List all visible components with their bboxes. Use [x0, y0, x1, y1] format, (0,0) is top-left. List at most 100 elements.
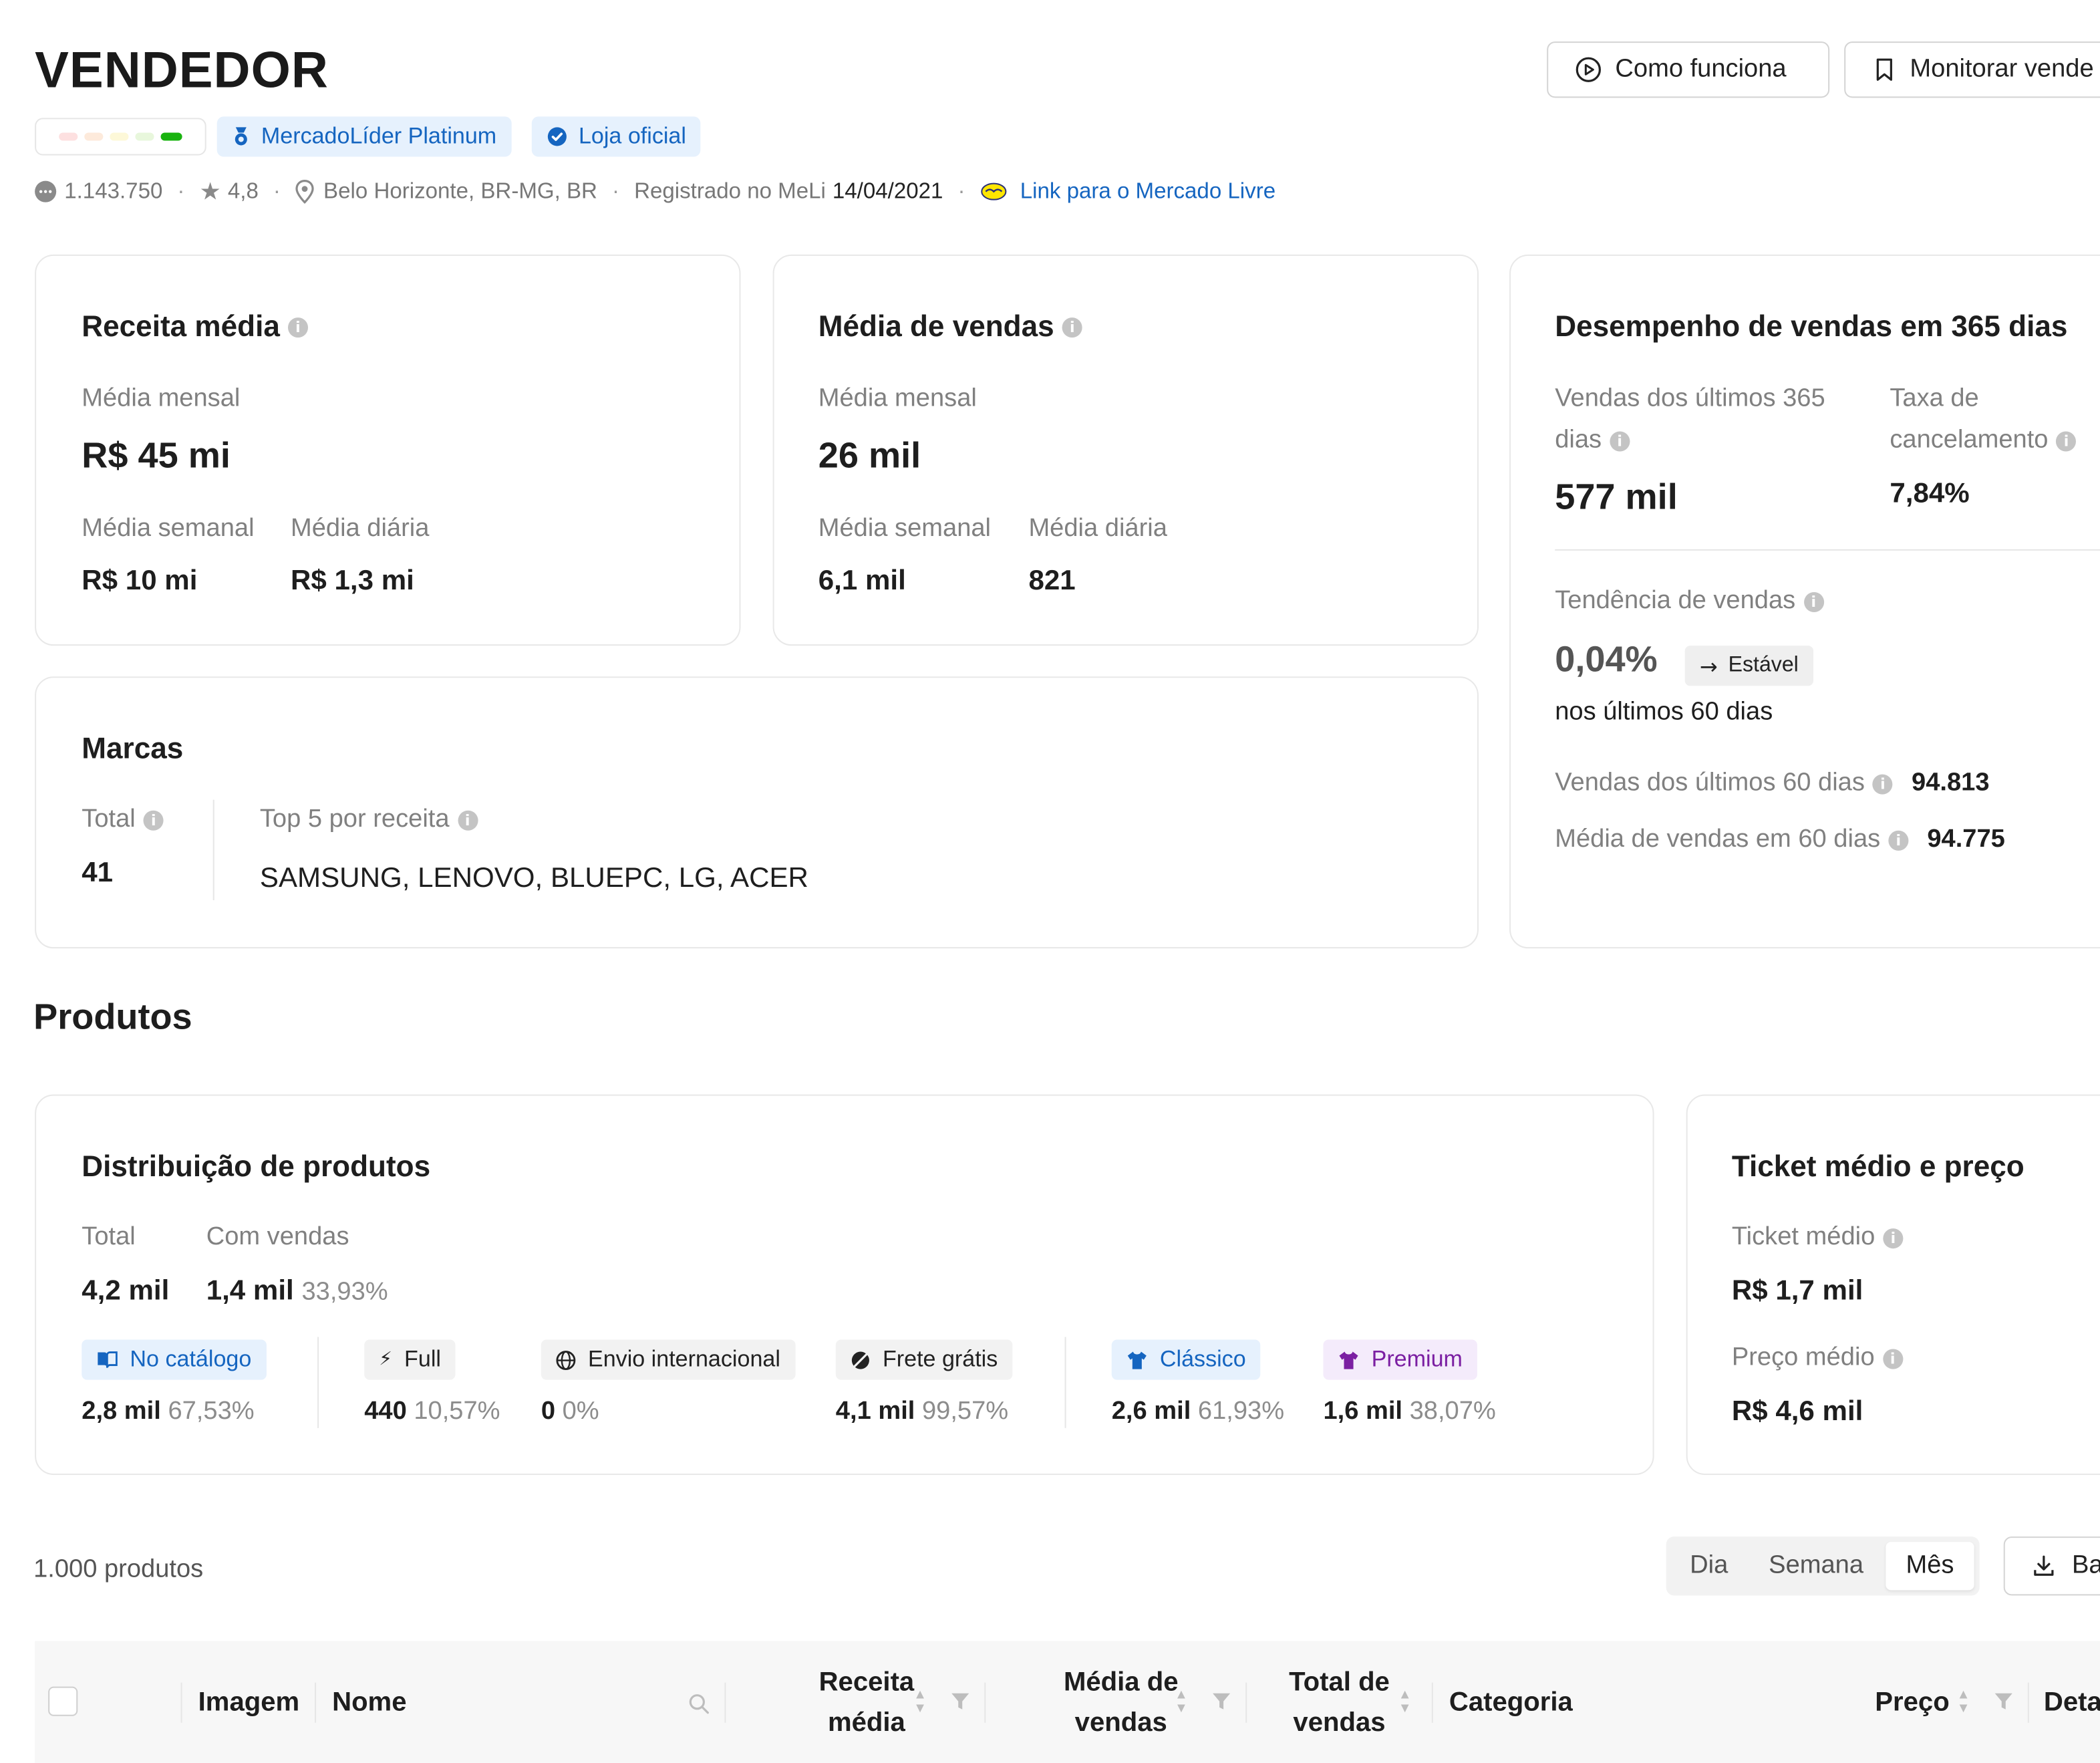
download-icon [2034, 1555, 2054, 1576]
revenue-title-label: Receita média [82, 309, 280, 344]
filter-icon[interactable] [1212, 1692, 1231, 1711]
info-icon[interactable]: i [1883, 1228, 1904, 1248]
search-icon[interactable] [688, 1693, 710, 1715]
monitor-seller-label: Monitorar vende [1910, 55, 2094, 84]
sales-trend-label: Tendência de vendas i [1555, 586, 1824, 616]
sales-weekly-value: 6,1 mil [818, 565, 906, 597]
info-icon[interactable]: i [1062, 317, 1082, 337]
revenue-weekly-value: R$ 10 mi [82, 565, 198, 597]
reviews-count: 1.143.750 [64, 178, 163, 203]
top-brands-label-row: Top 5 por receita i [260, 805, 478, 835]
revenue-monthly-label: Média mensal [82, 384, 241, 413]
sales-average-card: Média de vendas i Média mensal 26 mil Mé… [772, 254, 1479, 646]
download-button[interactable]: Ba [2003, 1536, 2100, 1596]
info-icon[interactable]: i [1888, 829, 1909, 850]
column-price[interactable]: Preço [1875, 1683, 1949, 1723]
avg-60-row: Média de vendas em 60 dias i 94.775 [1555, 825, 2005, 855]
filter-icon[interactable] [951, 1692, 969, 1711]
column-total-sales-line1: Total de [1289, 1667, 1390, 1698]
monitor-seller-button[interactable]: Monitorar vende [1844, 41, 2100, 98]
sales-monthly-value: 26 mil [818, 435, 921, 476]
premium-percent: 38,07% [1409, 1397, 1496, 1426]
sort-arrows-icon[interactable]: ▲ ▼ [913, 1689, 927, 1716]
mercado-livre-link[interactable]: Link para o Mercado Livre [1020, 179, 1276, 205]
column-average-sales[interactable]: Média de vendas [1046, 1663, 1197, 1743]
product-distribution-card: Distribuição de produtos Total 4,2 mil C… [35, 1094, 1654, 1475]
info-icon[interactable]: i [287, 317, 308, 337]
filter-icon[interactable] [1994, 1692, 2013, 1711]
products-table-header: Imagem Nome Receita média ▲ ▼ Média de ve… [35, 1641, 2100, 1763]
divider [1245, 1682, 1247, 1723]
sales-60-row: Vendas dos últimos 60 dias i 94.813 [1555, 769, 1989, 799]
products-count: 1.000 produtos [33, 1555, 204, 1584]
how-it-works-button[interactable]: Como funciona [1547, 41, 1830, 98]
reputation-level-3 [110, 132, 129, 141]
classic-listing-chip: Clássico [1111, 1339, 1261, 1380]
period-week-option[interactable]: Semana [1752, 1542, 1880, 1590]
sort-arrows-icon[interactable]: ▲ ▼ [1957, 1689, 1970, 1716]
sales-card-title: Média de vendas i [818, 309, 1082, 344]
divider [2027, 1682, 2029, 1723]
avg-price-label: Preço médio [1731, 1343, 1875, 1372]
brands-card: Marcas Total i 41 Top 5 por receita i SA… [35, 676, 1479, 949]
full-chip-label: Full [404, 1346, 441, 1372]
info-icon[interactable]: i [1882, 1348, 1903, 1369]
period-day-option[interactable]: Dia [1672, 1542, 1747, 1590]
cancel-rate-label-text: cancelamento [1890, 426, 2049, 454]
info-icon[interactable]: i [2056, 430, 2077, 451]
sort-arrows-icon[interactable]: ▲ ▼ [1175, 1689, 1188, 1716]
full-percent: 10,57% [414, 1397, 500, 1426]
rating-value: 4,8 [227, 178, 259, 203]
column-average-sales-line2: vendas [1074, 1708, 1167, 1738]
registered-label: Registrado no MeLi [634, 178, 826, 203]
with-sales-label: Com vendas [206, 1223, 349, 1252]
sales-title-label: Média de vendas [818, 309, 1054, 344]
column-category[interactable]: Categoria [1449, 1683, 1573, 1723]
sales-performance-card: Desempenho de vendas em 365 dias Vendas … [1509, 254, 2100, 949]
info-icon[interactable]: i [1610, 430, 1630, 451]
revenue-card: Receita média i Média mensal R$ 45 mi Mé… [35, 254, 741, 646]
sales-365-label-text: dias [1555, 426, 1602, 454]
info-icon[interactable]: i [457, 809, 478, 830]
info-icon[interactable]: i [143, 809, 164, 830]
free-shipping-count: 4,1 mil [835, 1397, 915, 1426]
cancel-rate-label-line1: Taxa de [1890, 384, 1979, 413]
period-month-option[interactable]: Mês [1886, 1542, 1974, 1591]
distribution-card-title: Distribuição de produtos [82, 1149, 431, 1183]
sort-arrows-icon[interactable]: ▲ ▼ [1398, 1689, 1412, 1716]
sales-monthly-label: Média mensal [818, 384, 977, 413]
page-title: VENDEDOR [35, 43, 329, 100]
official-store-label: Loja oficial [578, 123, 686, 149]
products-section-title: Produtos [33, 996, 192, 1037]
location-pin-icon [296, 180, 315, 204]
info-icon[interactable]: i [1803, 591, 1824, 612]
full-chip: ⚡ Full [364, 1339, 456, 1380]
international-value: 0 0% [541, 1397, 599, 1427]
info-icon[interactable]: i [1872, 773, 1893, 794]
column-total-sales[interactable]: Total de vendas [1273, 1663, 1404, 1743]
catalog-percent: 67,53% [168, 1397, 255, 1426]
divider [315, 1682, 317, 1723]
sales-365-label-line1: Vendas dos últimos 365 [1555, 384, 1825, 413]
revenue-monthly-value: R$ 45 mi [82, 435, 231, 476]
premium-value: 1,6 mil 38,07% [1323, 1397, 1495, 1427]
international-chip-label: Envio internacional [587, 1346, 780, 1372]
revenue-daily-label: Média diária [290, 514, 430, 543]
trend-status-badge: → Estável [1684, 646, 1813, 686]
products-total-label: Total [82, 1223, 136, 1252]
catalog-count: 2,8 mil [82, 1397, 161, 1426]
column-details[interactable]: Deta [2044, 1683, 2100, 1723]
column-name[interactable]: Nome [332, 1683, 406, 1723]
column-average-sales-line1: Média de [1063, 1667, 1179, 1698]
brands-total-value: 41 [82, 857, 114, 888]
sales-weekly-label: Média semanal [818, 514, 992, 543]
column-total-sales-line2: vendas [1293, 1708, 1386, 1738]
reputation-level-5 [160, 132, 182, 141]
select-all-checkbox[interactable] [48, 1686, 78, 1716]
sales-trend-label-text: Tendência de vendas [1555, 586, 1796, 616]
ticket-card-title: Ticket médio e preço [1731, 1149, 2024, 1183]
period-segmented-control: Dia Semana Mês [1666, 1536, 1980, 1596]
column-image[interactable]: Imagem [198, 1683, 300, 1723]
premium-chip-label: Premium [1371, 1346, 1463, 1372]
divider [1555, 549, 2100, 551]
